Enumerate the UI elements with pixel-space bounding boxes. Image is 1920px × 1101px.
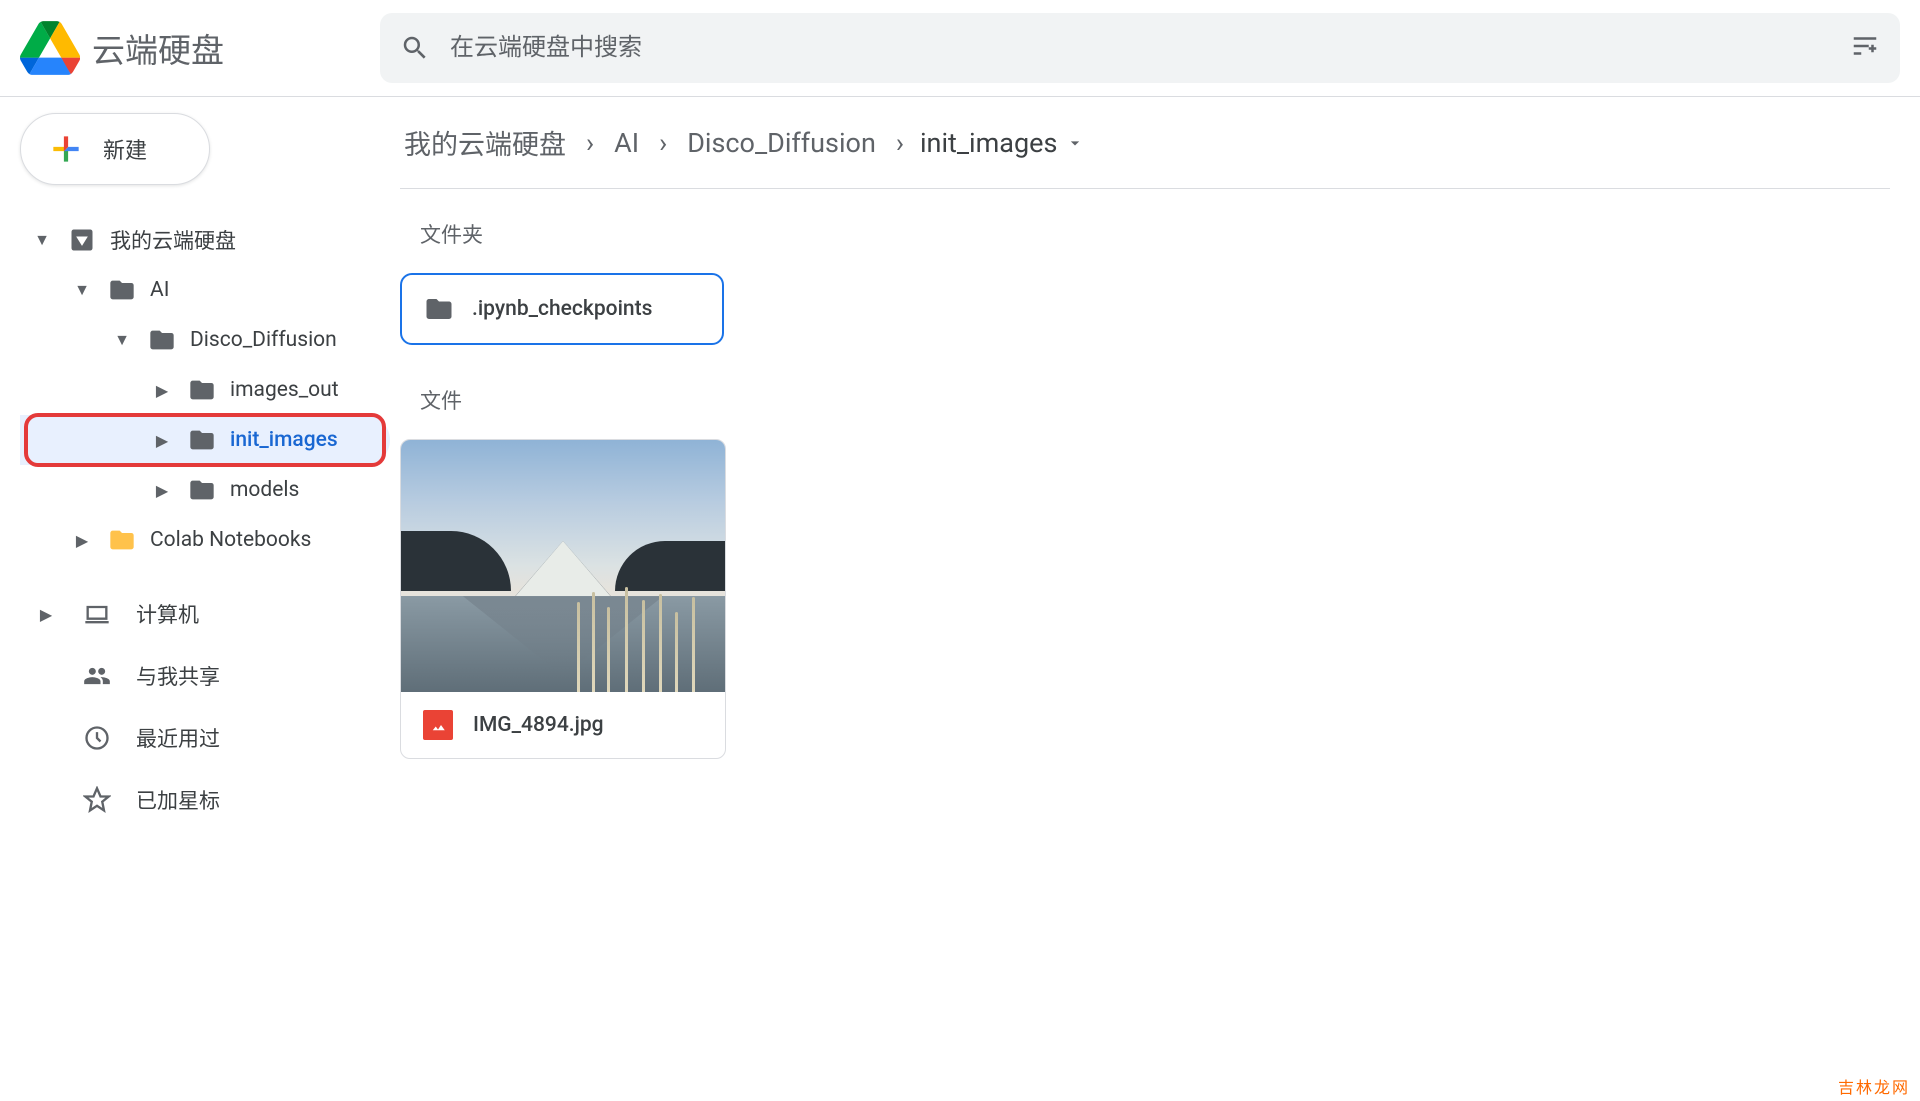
chevron-right-icon[interactable]: ▶ <box>150 431 174 450</box>
chevron-right-icon[interactable]: ▶ <box>34 605 58 624</box>
new-button-label: 新建 <box>103 133 147 165</box>
drive-logo-icon <box>20 18 80 78</box>
chevron-right-icon: › <box>578 127 602 159</box>
tree-label: 我的云端硬盘 <box>110 225 236 255</box>
folder-icon <box>188 376 216 404</box>
folder-icon <box>188 476 216 504</box>
app-title: 云端硬盘 <box>92 24 224 72</box>
chevron-down-icon[interactable]: ▼ <box>30 230 54 250</box>
breadcrumb-current[interactable]: init_images <box>920 127 1085 159</box>
tree-label: images_out <box>230 378 339 402</box>
sidebar-recent[interactable]: 最近用过 <box>20 707 390 769</box>
chevron-right-icon: › <box>651 127 675 159</box>
breadcrumb-item[interactable]: 我的云端硬盘 <box>400 121 570 164</box>
file-name: IMG_4894.jpg <box>473 713 604 737</box>
plus-icon <box>47 130 85 168</box>
tree-label: Disco_Diffusion <box>190 328 337 352</box>
logo-wrap[interactable]: 云端硬盘 <box>20 18 380 78</box>
folders-grid: .ipynb_checkpoints <box>400 273 1890 345</box>
folder-name: .ipynb_checkpoints <box>472 297 652 321</box>
chevron-down-icon[interactable]: ▼ <box>110 330 134 350</box>
folder-icon <box>188 426 216 454</box>
breadcrumb-item[interactable]: AI <box>610 125 643 161</box>
file-card[interactable]: IMG_4894.jpg <box>400 439 726 759</box>
chevron-down-icon <box>1065 133 1085 153</box>
search-input[interactable] <box>430 34 1850 62</box>
chevron-right-icon: › <box>888 127 912 159</box>
folder-tree: ▼ 我的云端硬盘 ▼ AI ▼ Disco_Diffusion ▶ images… <box>20 215 390 565</box>
star-icon <box>80 786 114 814</box>
breadcrumb-label: init_images <box>920 127 1057 159</box>
tree-colab-notebooks[interactable]: ▶ Colab Notebooks <box>20 515 390 565</box>
files-grid: IMG_4894.jpg <box>400 439 1890 759</box>
tree-label: init_images <box>230 428 338 452</box>
new-button[interactable]: 新建 <box>20 113 210 185</box>
search-icon[interactable] <box>400 33 430 63</box>
sidebar-label: 与我共享 <box>136 661 220 691</box>
tree-ai[interactable]: ▼ AI <box>20 265 390 315</box>
sidebar-starred[interactable]: 已加星标 <box>20 769 390 831</box>
file-thumbnail <box>401 440 725 692</box>
computers-icon <box>80 600 114 628</box>
recent-icon <box>80 724 114 752</box>
tree-images-out[interactable]: ▶ images_out <box>20 365 390 415</box>
files-section-label: 文件 <box>420 385 1890 415</box>
filters-icon[interactable] <box>1850 31 1880 65</box>
tree-my-drive[interactable]: ▼ 我的云端硬盘 <box>20 215 390 265</box>
drive-root-icon <box>68 226 96 254</box>
watermark: 吉林龙网 <box>1838 1074 1910 1098</box>
main-panel: 我的云端硬盘 › AI › Disco_Diffusion › init_ima… <box>390 97 1920 1101</box>
chevron-right-icon[interactable]: ▶ <box>150 381 174 400</box>
chevron-right-icon[interactable]: ▶ <box>70 531 94 550</box>
header: 云端硬盘 <box>0 0 1920 97</box>
tree-init-images[interactable]: ▶ init_images <box>20 415 390 465</box>
chevron-right-icon[interactable]: ▶ <box>150 481 174 500</box>
sidebar-label: 已加星标 <box>136 785 220 815</box>
folders-section-label: 文件夹 <box>420 219 1890 249</box>
sidebar-label: 最近用过 <box>136 723 220 753</box>
image-icon <box>423 710 453 740</box>
folder-card[interactable]: .ipynb_checkpoints <box>400 273 724 345</box>
folder-icon <box>424 294 454 324</box>
folder-icon <box>108 526 136 554</box>
folder-icon <box>148 326 176 354</box>
tree-label: models <box>230 478 299 502</box>
tree-disco-diffusion[interactable]: ▼ Disco_Diffusion <box>20 315 390 365</box>
sidebar-shared[interactable]: 与我共享 <box>20 645 390 707</box>
breadcrumbs: 我的云端硬盘 › AI › Disco_Diffusion › init_ima… <box>400 121 1890 189</box>
sidebar: 新建 ▼ 我的云端硬盘 ▼ AI ▼ Disco_Diffusion ▶ ima <box>0 97 390 1101</box>
search-bar[interactable] <box>380 13 1900 83</box>
folder-icon <box>108 276 136 304</box>
breadcrumb-item[interactable]: Disco_Diffusion <box>683 125 880 161</box>
tree-label: Colab Notebooks <box>150 528 311 552</box>
sidebar-label: 计算机 <box>136 599 199 629</box>
tree-label: AI <box>150 278 169 302</box>
chevron-down-icon[interactable]: ▼ <box>70 280 94 300</box>
shared-icon <box>80 662 114 690</box>
sidebar-computers[interactable]: ▶ 计算机 <box>20 583 390 645</box>
tree-models[interactable]: ▶ models <box>20 465 390 515</box>
